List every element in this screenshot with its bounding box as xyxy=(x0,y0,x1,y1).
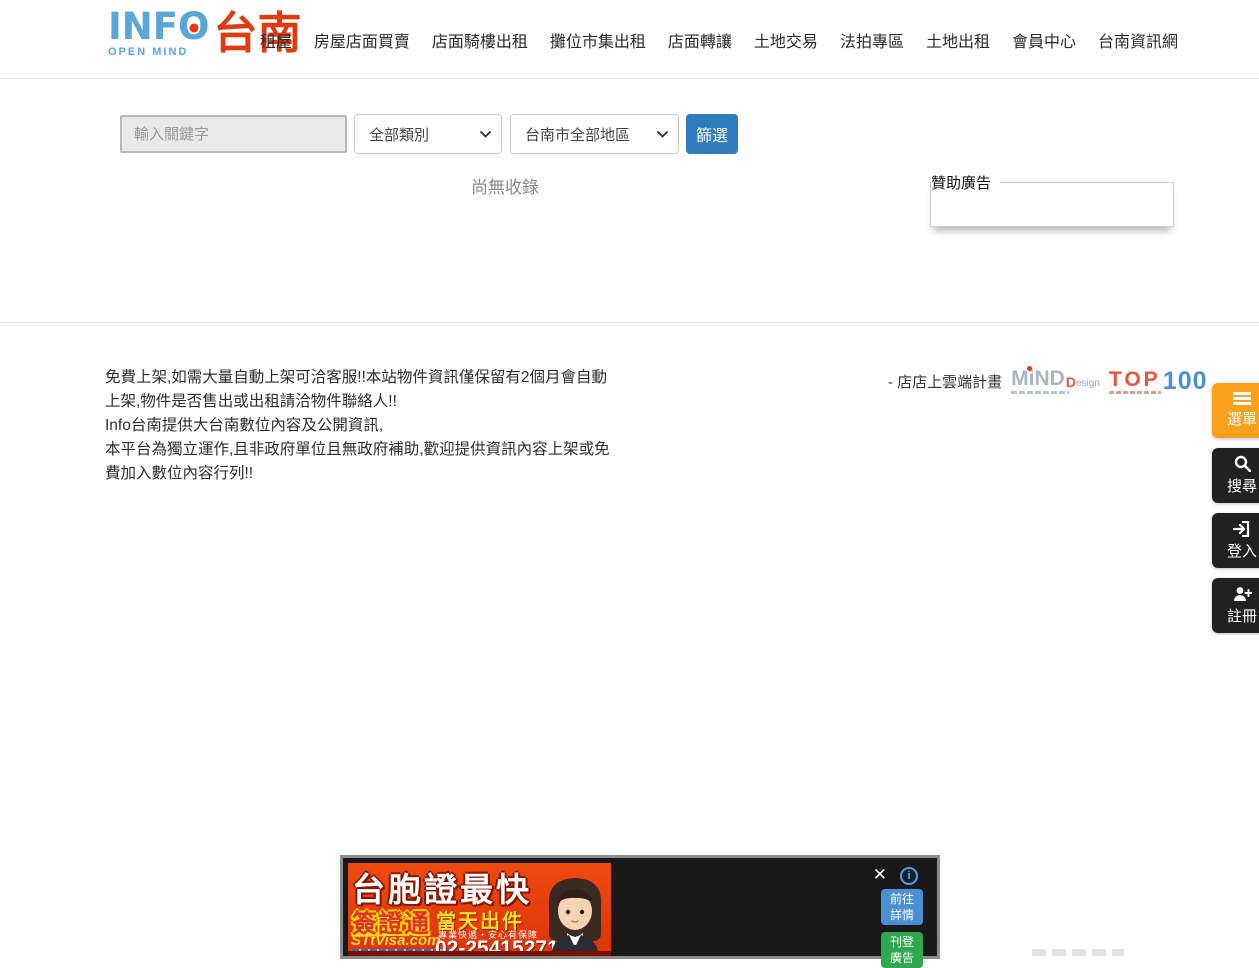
category-select-value: 全部類別 xyxy=(369,124,429,145)
mind-logo-caption xyxy=(1011,391,1069,394)
visa-ad-website: STtVisa.com xyxy=(351,932,440,949)
empty-result-message: 尚無收錄 xyxy=(105,173,905,198)
nav-item-store-transfer[interactable]: 店面轉讓 xyxy=(668,28,732,52)
nav-item-foreclosure[interactable]: 法拍專區 xyxy=(840,28,904,52)
visa-ad-bottom-strip xyxy=(348,951,611,956)
ad-detail-button[interactable]: 前往 詳情 xyxy=(881,889,923,925)
sponsor-ad-title: 贊助廣告 xyxy=(931,172,1000,193)
notice-line: 免費上架,如需大量自動上架可洽客服!!本站物件資訊僅保留有2個月會自動上架,物件… xyxy=(105,366,620,414)
floating-login-label: 登入 xyxy=(1227,540,1257,561)
logo-info-block: INFO OPEN MIND xyxy=(108,9,209,58)
keyword-input[interactable] xyxy=(120,115,347,153)
visa-ad-creative[interactable]: 台胞證最快 簽證通 STtVisa.com 當天出件 專業快遞・安心有保障 02… xyxy=(348,863,611,956)
search-bar: 全部類別 台南市全部地區 篩選 xyxy=(120,114,738,154)
chevron-down-icon xyxy=(657,131,668,138)
bottom-ad-banner: 台胞證最快 簽證通 STtVisa.com 當天出件 專業快遞・安心有保障 02… xyxy=(340,855,940,959)
ad-info-icon[interactable]: i xyxy=(900,867,918,885)
ad-publish-line2: 廣告 xyxy=(881,950,923,966)
section-divider xyxy=(0,322,1259,326)
logo-info-text: INFO xyxy=(108,9,209,45)
footer-notice: 免費上架,如需大量自動上架可洽客服!!本站物件資訊僅保留有2個月會自動上架,物件… xyxy=(105,366,620,486)
floating-register-button[interactable]: 註冊 xyxy=(1212,578,1259,633)
nav-item-storefront-rent[interactable]: 店面騎樓出租 xyxy=(432,28,528,52)
sponsor-ad-box: 贊助廣告 xyxy=(930,172,1174,227)
ad-close-icon[interactable]: ✕ xyxy=(873,866,887,883)
notice-line: Info台南提供大台南數位內容及公開資訊, xyxy=(105,414,620,438)
district-select[interactable]: 台南市全部地區 xyxy=(510,114,679,154)
floating-register-label: 註冊 xyxy=(1227,605,1257,626)
filter-button[interactable]: 篩選 xyxy=(686,114,738,154)
nav-item-member-center[interactable]: 會員中心 xyxy=(1012,28,1076,52)
floating-menu-label: 選單 xyxy=(1227,408,1257,429)
visa-ad-woman-illustration xyxy=(539,875,611,956)
floating-login-button[interactable]: 登入 xyxy=(1212,513,1259,568)
notice-line: 本平台為獨立運作,且非政府單位且無政府補助,歡迎提供資訊內容上架或免費加入數位內… xyxy=(105,438,620,486)
floating-search-button[interactable]: 搜尋 xyxy=(1212,448,1259,503)
chevron-down-icon xyxy=(480,131,491,138)
category-select[interactable]: 全部類別 xyxy=(354,114,502,154)
footer-credits: - 店店上雲端計畫 MiNDDesign TOP 100 xyxy=(888,368,1208,394)
cloud-plan-text: - 店店上雲端計畫 xyxy=(888,371,1002,392)
user-plus-icon xyxy=(1233,586,1252,602)
top100-logo-top: TOP xyxy=(1109,369,1161,390)
mind-logo-esign: esign xyxy=(1076,379,1100,389)
nav-item-stall-market-rent[interactable]: 攤位市集出租 xyxy=(550,28,646,52)
mind-design-logo[interactable]: MiNDDesign xyxy=(1011,368,1100,394)
floating-menu-button[interactable]: 選單 xyxy=(1212,383,1259,438)
nav-item-tainan-info-net[interactable]: 台南資訊網 xyxy=(1098,28,1178,52)
nav-item-land-rent[interactable]: 土地出租 xyxy=(926,28,990,52)
logo-info-inf: INF xyxy=(108,5,178,48)
logo-info-o: O xyxy=(178,9,209,45)
ad-detail-line1: 前往 xyxy=(881,891,923,907)
menu-icon xyxy=(1233,392,1251,405)
top100-logo-caption xyxy=(1109,391,1161,394)
sign-in-icon xyxy=(1233,521,1251,537)
top100-logo[interactable]: TOP 100 xyxy=(1109,369,1208,394)
district-select-value: 台南市全部地區 xyxy=(525,124,630,145)
cutoff-text-fragment xyxy=(1032,949,1124,956)
site-header: INFO OPEN MIND 台南 租屋 房屋店面買賣 店面騎樓出租 攤位市集出… xyxy=(0,0,1259,79)
nav-item-land-trade[interactable]: 土地交易 xyxy=(754,28,818,52)
ad-publish-button[interactable]: 刊登 廣告 xyxy=(881,932,923,968)
top100-logo-100: 100 xyxy=(1163,369,1208,394)
search-icon xyxy=(1234,455,1251,472)
ad-publish-line1: 刊登 xyxy=(881,934,923,950)
main-nav: 租屋 房屋店面買賣 店面騎樓出租 攤位市集出租 店面轉讓 土地交易 法拍專區 土… xyxy=(260,0,1178,79)
mind-logo-text: MiND xyxy=(1011,368,1065,389)
nav-item-rent[interactable]: 租屋 xyxy=(260,28,292,52)
ad-detail-line2: 詳情 xyxy=(881,907,923,923)
floating-search-label: 搜尋 xyxy=(1227,475,1257,496)
nav-item-house-sale[interactable]: 房屋店面買賣 xyxy=(314,28,410,52)
mind-logo-d: D xyxy=(1066,375,1076,389)
